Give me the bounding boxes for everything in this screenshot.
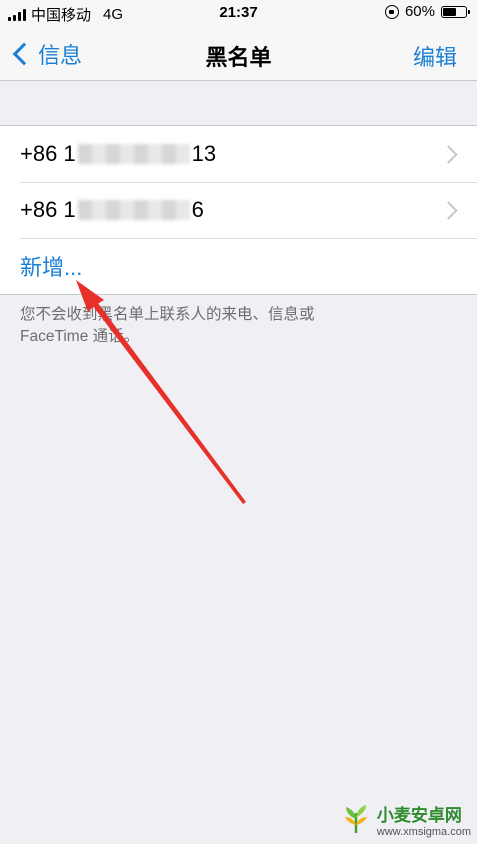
page-title: 黑名单 bbox=[205, 45, 272, 70]
phone-prefix: +86 1 bbox=[20, 141, 76, 166]
add-new-button[interactable]: 新增... bbox=[0, 238, 477, 294]
chevron-right-icon bbox=[439, 201, 458, 220]
battery-percent: 60% bbox=[404, 3, 435, 20]
edit-button[interactable]: 编辑 bbox=[413, 40, 457, 72]
navigation-bar: 信息 黑名单 编辑 bbox=[0, 26, 477, 81]
plant-logo-icon bbox=[344, 804, 367, 833]
masked-digits bbox=[77, 144, 190, 164]
blocklist-footer-note: 您不会收到黑名单上联系人的来电、信息或FaceTime 通话。 bbox=[20, 306, 315, 345]
battery-icon bbox=[441, 5, 470, 18]
watermark-url: www.xmsigma.com bbox=[376, 826, 471, 838]
phone-suffix: 6 bbox=[191, 197, 204, 222]
watermark: 小麦安卓网 www.xmsigma.com bbox=[339, 801, 471, 838]
chevron-right-icon bbox=[439, 145, 458, 164]
blocked-contact-row[interactable]: +86 1 6 bbox=[0, 182, 477, 238]
phone-prefix: +86 1 bbox=[20, 197, 76, 222]
rotation-lock-icon bbox=[384, 4, 399, 19]
blocked-contact-row[interactable]: +86 1 13 bbox=[0, 126, 477, 182]
masked-digits bbox=[77, 200, 190, 220]
blocked-contacts-list: +86 1 13 +86 1 6 新增... bbox=[0, 125, 477, 295]
phone-suffix: 13 bbox=[191, 141, 217, 166]
status-bar: 中国移动 4G 21:37 60% bbox=[0, 0, 477, 26]
watermark-title: 小麦安卓网 bbox=[376, 806, 462, 825]
